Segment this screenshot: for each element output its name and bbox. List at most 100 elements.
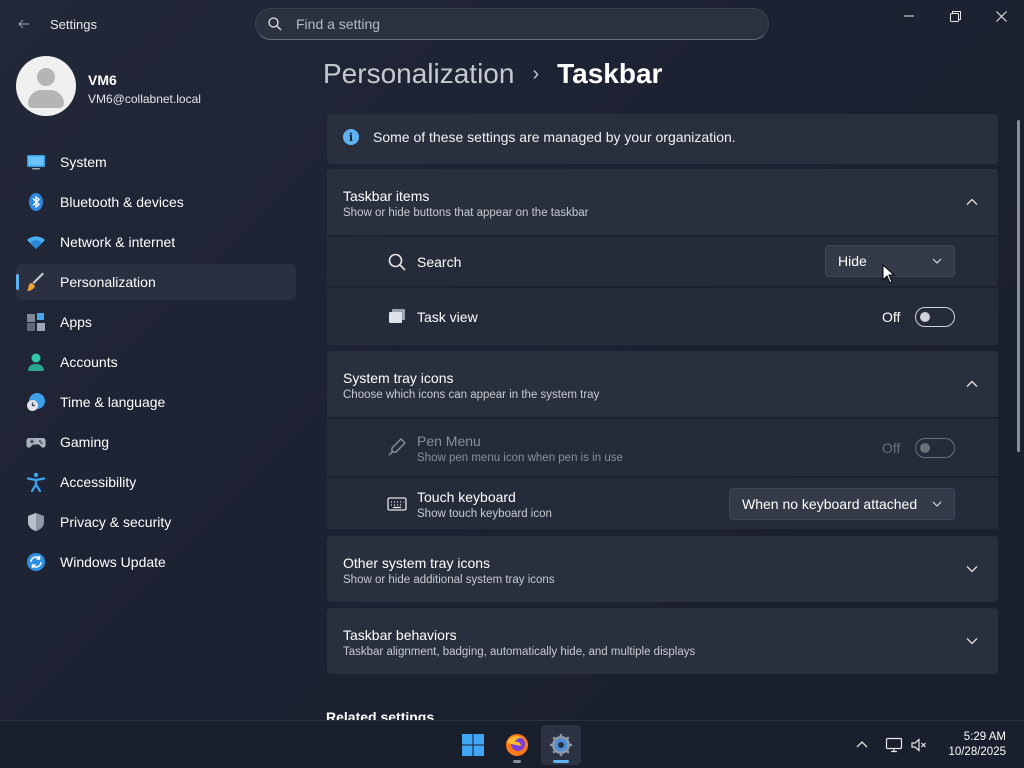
group-title: Taskbar items (343, 188, 430, 204)
page-title: Taskbar (557, 58, 663, 89)
sidebar-item-privacy-security[interactable]: Privacy & security (16, 504, 296, 540)
settings-window: Settings VM6 VM6@collabnet.local (0, 0, 1024, 720)
group-subtitle: Choose which icons can appear in the sys… (343, 389, 600, 401)
search-icon (268, 16, 284, 32)
wifi-icon (26, 232, 46, 252)
sidebar-item-system[interactable]: System (16, 144, 296, 180)
windows-logo-icon (462, 734, 484, 756)
toggle-state-label: Off (882, 309, 901, 325)
scrollbar[interactable] (1017, 120, 1020, 452)
dropdown-value: When no keyboard attached (742, 496, 918, 512)
start-button[interactable] (453, 725, 493, 765)
breadcrumb: Personalization › Taskbar (323, 58, 662, 90)
group-subtitle: Show or hide additional system tray icon… (343, 574, 555, 586)
touch-keyboard-subtitle: Show touch keyboard icon (417, 508, 552, 520)
chevron-down-icon[interactable] (964, 633, 980, 649)
keyboard-icon (387, 497, 407, 511)
taskbar-items-header[interactable]: Taskbar items Show or hide buttons that … (327, 169, 998, 235)
os-taskbar: 5:29 AM 10/28/2025 (0, 720, 1024, 768)
chevron-down-icon (932, 501, 942, 507)
app-title: Settings (50, 17, 97, 32)
minimize-button[interactable] (886, 0, 932, 32)
volume-muted-icon (911, 738, 926, 752)
task-view-label: Task view (417, 309, 478, 325)
gear-icon (550, 734, 572, 756)
taskbar-behaviors-header[interactable]: Taskbar behaviors Taskbar alignment, bad… (327, 608, 998, 674)
dropdown-value: Hide (838, 253, 867, 269)
sidebar-item-apps[interactable]: Apps (16, 304, 296, 340)
sidebar-item-label: Apps (60, 314, 92, 330)
task-view-setting-row: Task view Off (327, 288, 998, 345)
touch-keyboard-setting-row: Touch keyboard Show touch keyboard icon … (327, 478, 998, 529)
breadcrumb-separator-icon: › (532, 62, 540, 85)
other-system-tray-icons-header[interactable]: Other system tray icons Show or hide add… (327, 536, 998, 602)
gamepad-icon (26, 432, 46, 452)
sidebar-item-gaming[interactable]: Gaming (16, 424, 296, 460)
search-box[interactable] (255, 8, 769, 40)
clock-date: 10/28/2025 (948, 746, 1006, 758)
sidebar-item-label: Network & internet (60, 234, 176, 250)
bluetooth-icon (26, 192, 46, 212)
sidebar-item-windows-update[interactable]: Windows Update (16, 544, 296, 580)
chevron-down-icon[interactable] (964, 561, 980, 577)
pen-menu-toggle[interactable] (915, 438, 955, 458)
sidebar-item-label: Accounts (60, 354, 118, 370)
show-hidden-icons-button[interactable] (850, 733, 874, 757)
group-title: System tray icons (343, 370, 454, 386)
profile-name: VM6 (88, 72, 117, 88)
sidebar-item-bluetooth[interactable]: Bluetooth & devices (16, 184, 296, 220)
search-setting-label: Search (417, 254, 462, 270)
update-icon (26, 552, 46, 572)
touch-keyboard-dropdown[interactable]: When no keyboard attached (729, 488, 955, 520)
restore-button[interactable] (932, 0, 978, 32)
sidebar-nav: System Bluetooth & devices Network & int… (16, 144, 296, 584)
network-monitor-icon (885, 737, 903, 753)
close-icon (995, 10, 1007, 22)
group-title: Other system tray icons (343, 555, 491, 571)
chevron-up-icon[interactable] (964, 376, 980, 392)
clock-globe-icon (26, 392, 46, 412)
search-icon (388, 253, 406, 271)
sidebar-item-label: Time & language (60, 394, 166, 410)
group-subtitle: Taskbar alignment, badging, automaticall… (343, 646, 696, 658)
profile-email: VM6@collabnet.local (88, 92, 201, 106)
search-input[interactable] (296, 16, 736, 32)
taskbar-clock[interactable]: 5:29 AM 10/28/2025 (930, 730, 1006, 760)
apps-icon (26, 312, 46, 332)
sidebar-item-accounts[interactable]: Accounts (16, 344, 296, 380)
task-view-toggle[interactable] (915, 307, 955, 327)
chevron-up-icon (856, 741, 868, 748)
sidebar-item-label: System (60, 154, 107, 170)
group-subtitle: Show or hide buttons that appear on the … (343, 207, 589, 219)
sidebar-item-accessibility[interactable]: Accessibility (16, 464, 296, 500)
sidebar-item-time-language[interactable]: Time & language (16, 384, 296, 420)
firefox-icon (506, 734, 528, 756)
accessibility-icon (26, 472, 46, 493)
pen-menu-setting-row: Pen Menu Show pen menu icon when pen is … (327, 419, 998, 476)
toggle-state-label: Off (882, 440, 901, 456)
firefox-taskbar-button[interactable] (497, 725, 537, 765)
avatar (16, 56, 76, 116)
back-button[interactable] (12, 12, 36, 36)
task-view-icon (389, 309, 405, 323)
pen-icon (388, 438, 406, 456)
search-setting-row: Search Hide (327, 237, 998, 286)
chevron-up-icon[interactable] (964, 194, 980, 210)
info-banner-text: Some of these settings are managed by yo… (373, 129, 736, 145)
restore-icon (949, 10, 961, 22)
sidebar-item-personalization[interactable]: Personalization (16, 264, 296, 300)
managed-by-org-banner: i Some of these settings are managed by … (327, 114, 998, 164)
back-arrow-icon (18, 19, 29, 29)
sidebar-item-network[interactable]: Network & internet (16, 224, 296, 260)
shield-icon (26, 512, 46, 532)
settings-taskbar-button[interactable] (541, 725, 581, 765)
sidebar-item-label: Gaming (60, 434, 110, 450)
network-tray-button[interactable] (882, 733, 906, 757)
touch-keyboard-label: Touch keyboard (417, 489, 516, 505)
sidebar-item-label: Personalization (60, 274, 156, 290)
volume-tray-button[interactable] (907, 733, 931, 757)
breadcrumb-parent-link[interactable]: Personalization (323, 58, 514, 90)
system-tray-icons-header[interactable]: System tray icons Choose which icons can… (327, 351, 998, 417)
pen-menu-subtitle: Show pen menu icon when pen is in use (417, 452, 623, 464)
close-button[interactable] (978, 0, 1024, 32)
